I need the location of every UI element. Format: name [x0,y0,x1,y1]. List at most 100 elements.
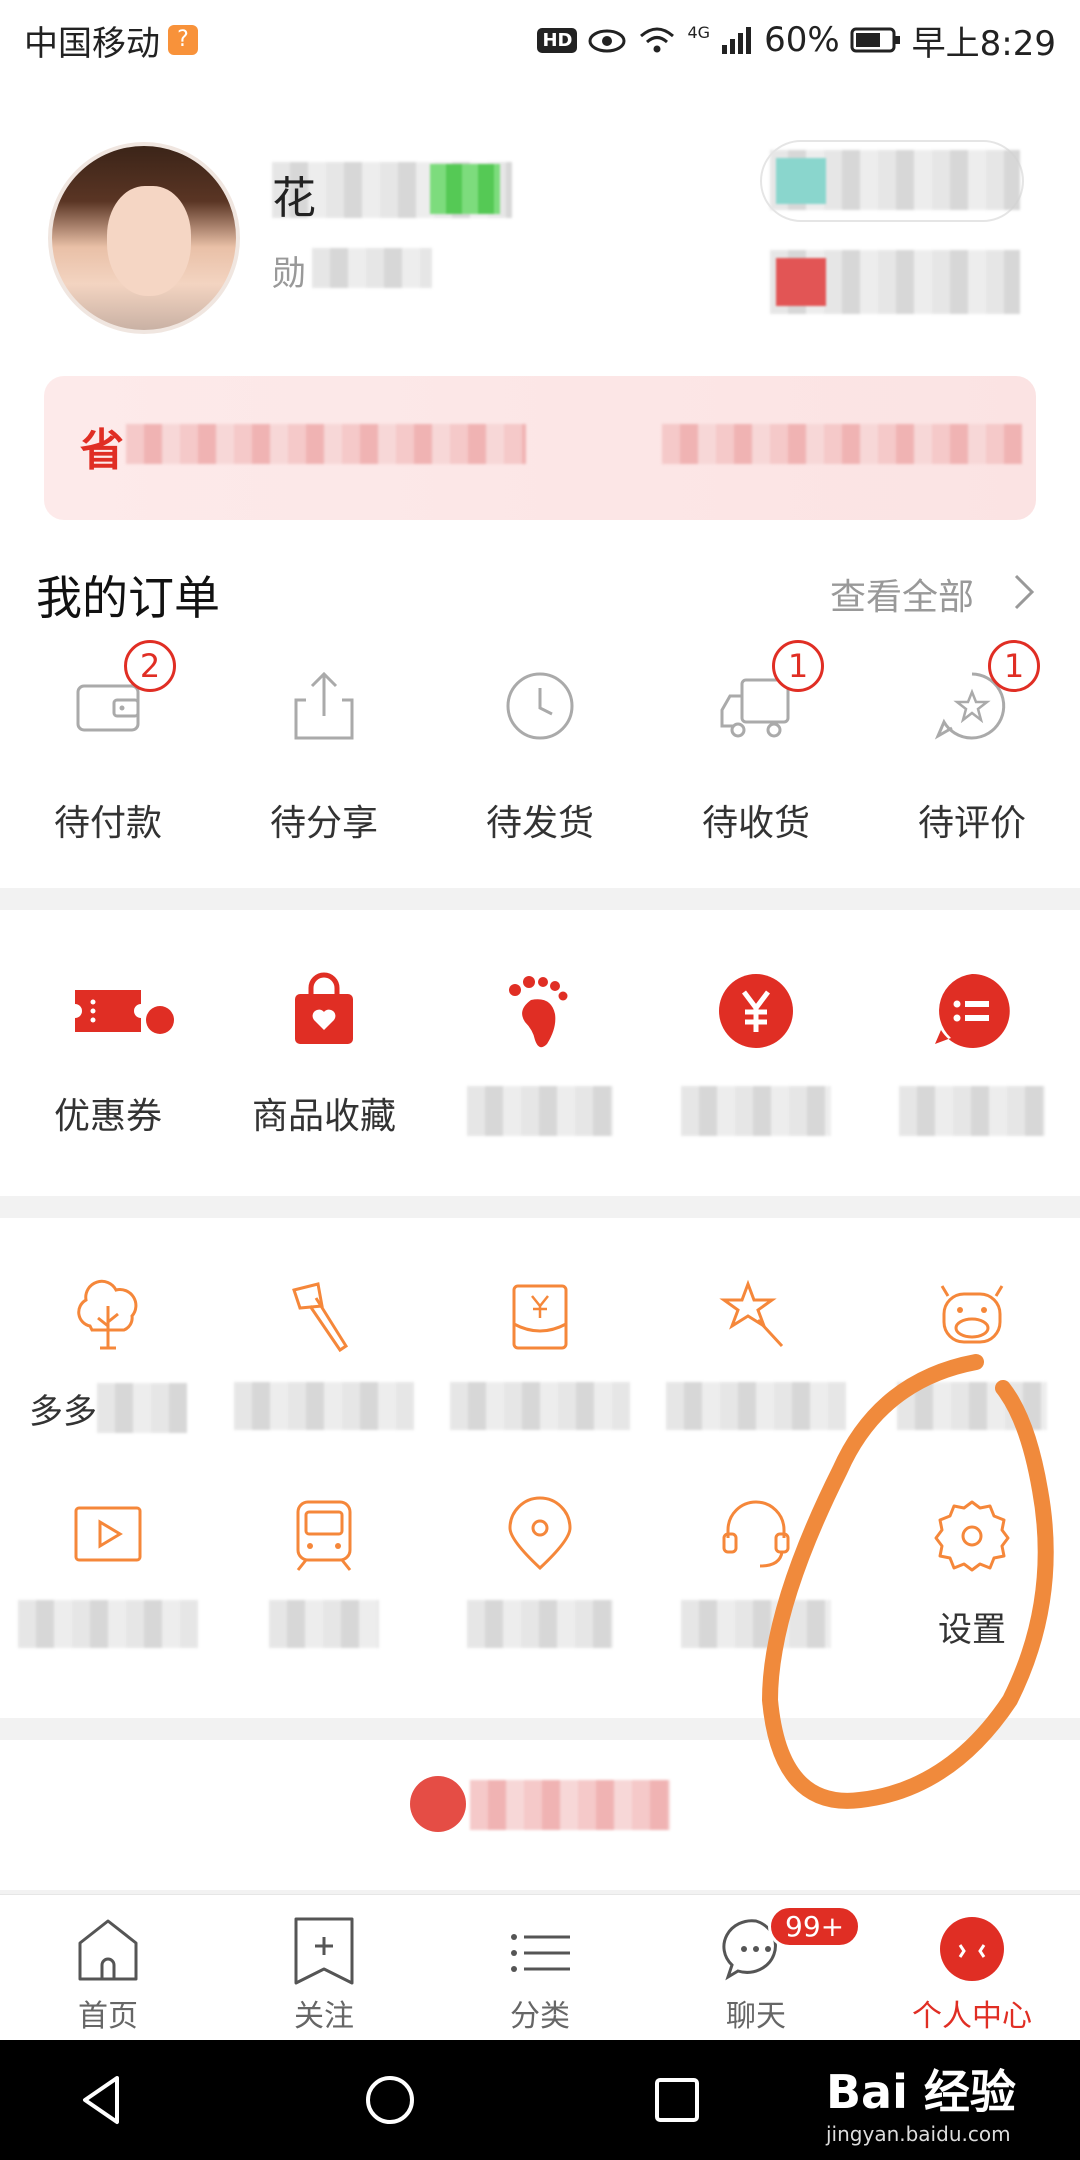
tool-footprints[interactable] [432,966,648,1166]
order-label: 待付款 [53,803,162,844]
my-orders-section: 我的订单 查看全部 2 待付款 待分享 待发货 1 待收货 1 待评价 [0,520,1080,888]
battery-percent: 60% [764,20,840,60]
red-envelope-icon [512,1284,568,1350]
orders-title: 我的订单 [36,571,220,625]
status-bar: 中国移动 ? HD 4G 60% 早上8:29 [0,0,1080,80]
wifi-icon [640,27,675,53]
location-icon [508,1496,572,1571]
promo-strip[interactable] [0,1740,1080,1890]
profile-header: 花 勋 省 [0,80,1080,520]
tool-wallet[interactable] [648,966,864,1166]
order-pending-receipt[interactable]: 1 待收货 [648,640,864,860]
savings-banner-label: 省 [80,425,124,476]
user-subtitle-blurred [312,248,432,288]
carrier-label: 中国移动 [24,23,160,64]
tool-label: 商品收藏 [251,1096,396,1137]
service-label-blurred [666,1382,846,1430]
network-type-label: 4G [687,22,711,42]
settings-gear-icon [934,1500,1010,1572]
order-label: 待发货 [485,803,594,844]
footprint-icon [509,976,568,1048]
tab-label: 聊天 [726,1999,786,2034]
tool-label-blurred [899,1086,1045,1136]
service-label-blurred [450,1382,630,1430]
tool-label: 优惠券 [53,1096,162,1137]
order-label: 待收货 [701,803,810,844]
service-video[interactable] [0,1494,216,1654]
service-farm[interactable] [864,1276,1080,1436]
tab-profile[interactable]: 个人中心 [864,1895,1080,2040]
home-circle-icon[interactable] [360,2070,420,2130]
service-label: 多多 [29,1382,187,1434]
axe-icon [292,1282,349,1353]
cow-icon [940,1285,1004,1344]
tab-chat[interactable]: 99+ 聊天 [648,1895,864,2040]
baidu-jingyan-watermark: Bai 经验 jingyan.baidu.com [826,2056,1066,2152]
profile-icon [940,1917,1004,1981]
service-label-blurred [234,1382,414,1430]
follow-icon [294,1917,354,1985]
share-icon [294,671,354,740]
service-bargain[interactable] [216,1276,432,1436]
list-bubble-icon [935,973,1010,1048]
promo-text-blurred [470,1780,670,1830]
tool-label-blurred [467,1086,613,1136]
clock-time: 早上8:29 [911,23,1056,64]
view-all-orders-link[interactable]: 查看全部 [830,568,974,620]
promo-icon [410,1776,466,1832]
user-subtitle-char: 勋 [272,254,306,294]
status-right: HD 4G 60% 早上8:29 [537,16,1056,65]
service-location[interactable] [432,1494,648,1654]
tab-label: 首页 [78,1999,138,2034]
service-magic[interactable] [648,1276,864,1436]
coupon-icon [75,990,141,1032]
tree-icon [77,1279,138,1350]
order-pending-review[interactable]: 1 待评价 [864,640,1080,860]
tab-label: 个人中心 [912,1999,1032,2034]
service-settings[interactable]: 设置 [864,1494,1080,1654]
service-orchard[interactable]: 多多 [0,1276,216,1436]
watermark-url: jingyan.baidu.com [826,2122,1011,2146]
tab-follow[interactable]: 关注 [216,1895,432,2040]
chevron-right-icon[interactable] [1012,572,1036,612]
order-pending-payment[interactable]: 2 待付款 [0,640,216,860]
tool-favorites[interactable]: 商品收藏 [216,966,432,1166]
favorite-bag-icon [295,972,353,1044]
tab-category[interactable]: 分类 [432,1895,648,2040]
service-label-blurred [97,1383,187,1433]
service-red-envelope[interactable] [432,1276,648,1436]
back-icon[interactable] [73,2070,133,2130]
service-train[interactable] [216,1494,432,1654]
tab-label: 关注 [294,1999,354,2034]
avatar[interactable] [48,142,240,334]
tool-label-blurred [681,1086,831,1136]
tab-home[interactable]: 首页 [0,1895,216,2040]
services-section: 多多 设置 [0,1218,1080,1718]
service-label-blurred [18,1600,198,1648]
tool-coupons[interactable]: 优惠券 [0,966,216,1166]
side-link-icon [776,258,826,306]
eye-icon [588,29,626,53]
watermark-title: Bai 经验 [826,2065,1016,2119]
order-label: 待分享 [269,803,378,844]
settings-label: 设置 [938,1609,1006,1650]
savings-banner-action-blurred[interactable] [662,424,1022,464]
signal-icon [722,27,752,54]
notification-dot [146,1006,174,1034]
username-visible-char: 花 [272,173,316,224]
order-label: 待评价 [917,803,1026,844]
avatar-face [107,186,191,296]
recents-icon[interactable] [647,2070,707,2130]
tab-label: 分类 [510,1999,570,2034]
sim-badge-icon: ? [168,25,198,55]
category-icon [511,1934,570,1972]
tool-list[interactable] [864,966,1080,1166]
service-label-blurred [269,1600,379,1648]
order-pending-share[interactable]: 待分享 [216,660,432,860]
service-customer-support[interactable] [648,1494,864,1654]
chat-unread-badge: 99+ [768,1905,862,1948]
service-label-text: 多多 [29,1391,97,1432]
order-pending-shipment[interactable]: 待发货 [432,660,648,860]
service-label-blurred [681,1600,831,1648]
tools-section: 优惠券 商品收藏 [0,910,1080,1196]
